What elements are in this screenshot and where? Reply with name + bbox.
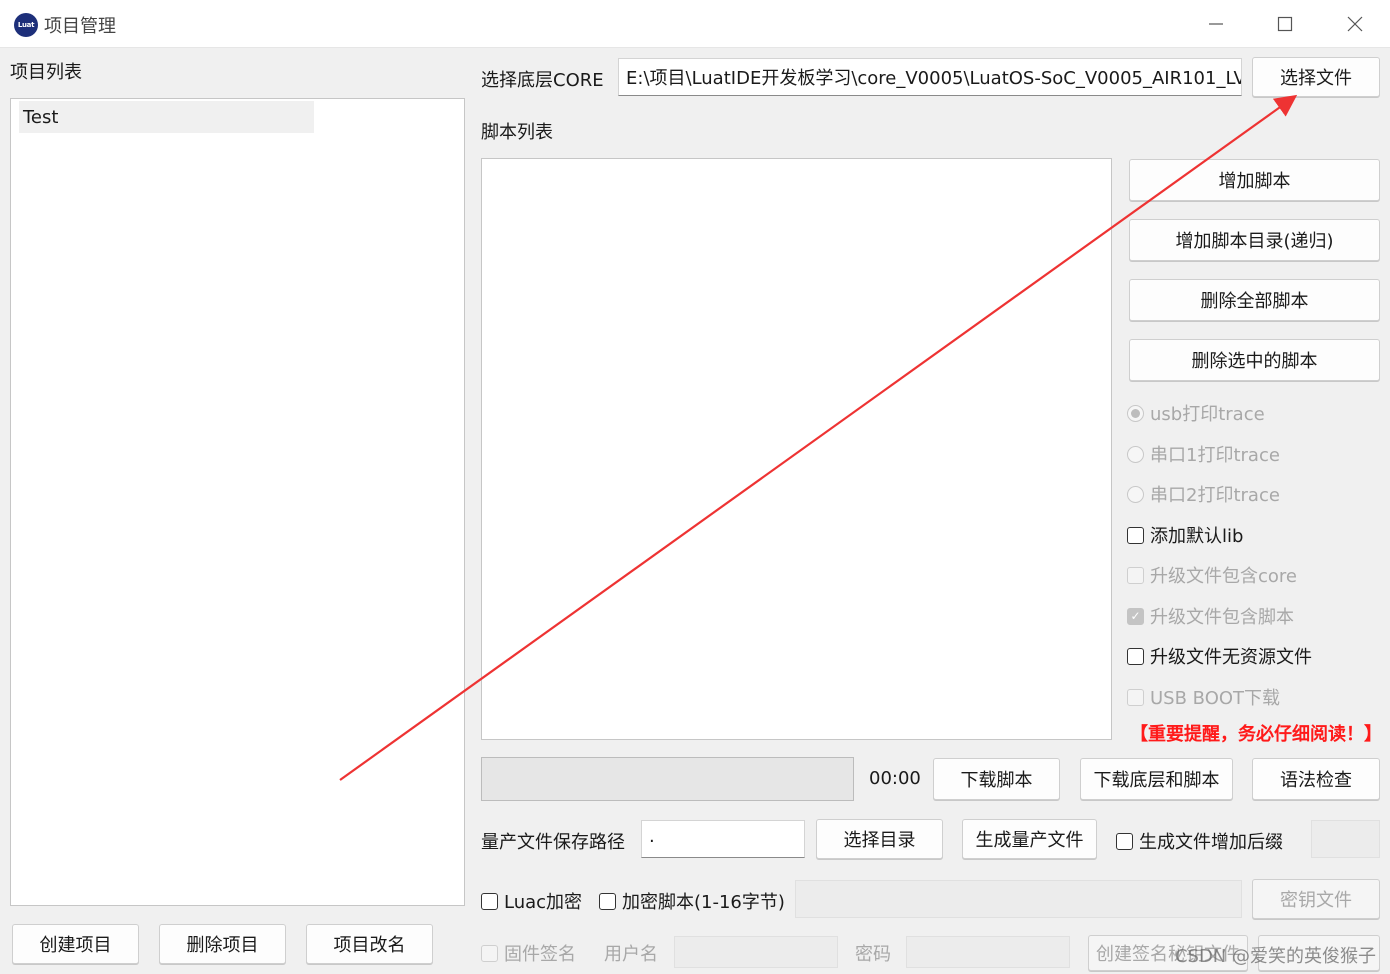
- watermark-text: CSDN @爱笑的英俊猴子: [1174, 946, 1376, 967]
- annotation-arrow-icon: [339, 94, 1298, 781]
